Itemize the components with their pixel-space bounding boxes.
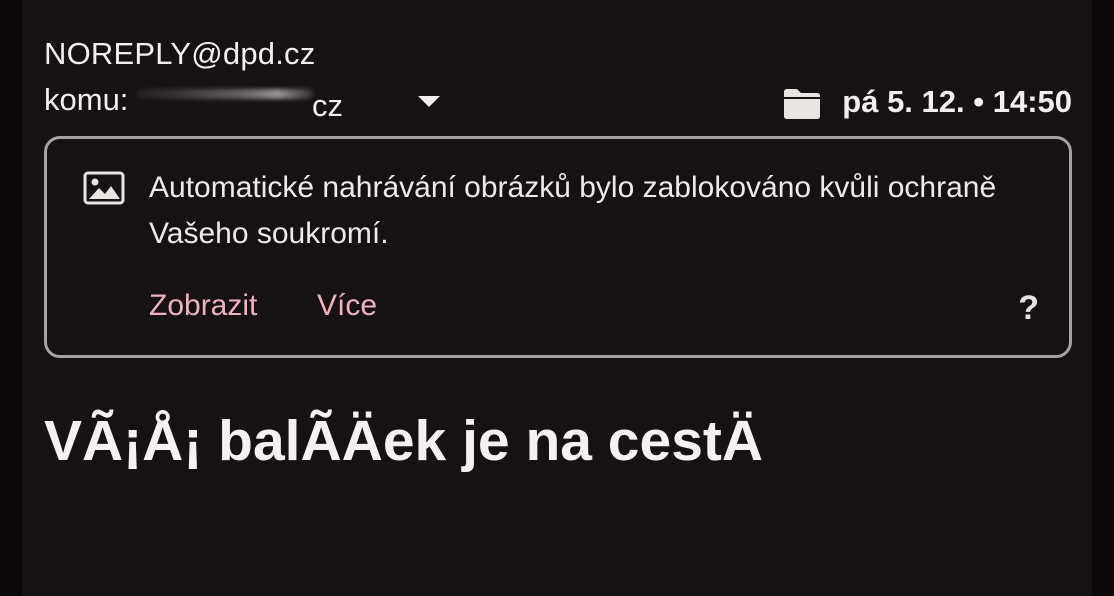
help-button[interactable]: ? bbox=[1018, 289, 1039, 328]
recipient-details-toggle[interactable] bbox=[414, 88, 444, 114]
left-frame bbox=[0, 0, 22, 596]
chevron-down-icon bbox=[418, 95, 440, 107]
email-datetime: pá 5. 12. • 14:50 bbox=[842, 84, 1072, 119]
image-icon bbox=[83, 171, 125, 205]
folder-icon bbox=[784, 89, 820, 119]
more-info-button[interactable]: Více bbox=[317, 289, 377, 323]
recipient-row: komu: cz pá 5. 12. • 14:50 bbox=[44, 82, 1072, 123]
blocked-images-notice: Automatické nahrávání obrázků bylo zablo… bbox=[44, 136, 1072, 358]
show-images-button[interactable]: Zobrazit bbox=[149, 289, 257, 323]
notice-message: Automatické nahrávání obrázků bylo zablo… bbox=[149, 171, 997, 250]
redacted-recipient bbox=[136, 89, 314, 99]
to-label: komu: bbox=[44, 82, 129, 117]
email-subject: VÃ¡Å¡ balÃÄek je na cestÄ bbox=[44, 409, 764, 473]
right-frame bbox=[1092, 0, 1114, 596]
sender-address[interactable]: NOREPLY@dpd.cz bbox=[44, 36, 315, 72]
email-view: NOREPLY@dpd.cz komu: cz pá 5. 12. • 14:5… bbox=[22, 0, 1092, 596]
recipient-domain: cz bbox=[312, 88, 343, 123]
